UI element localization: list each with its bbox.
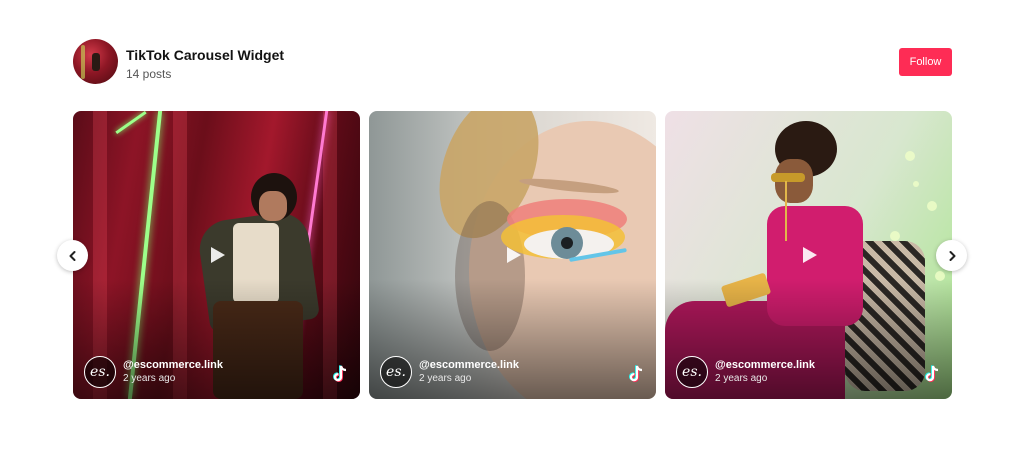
play-icon[interactable] [507,247,521,263]
author-avatar: es. [84,356,116,388]
avatar[interactable] [73,39,118,84]
carousel-next-button[interactable] [936,240,967,271]
author-name: @escommerce.link [715,359,815,371]
author-name: @escommerce.link [419,359,519,371]
chevron-left-icon [69,250,75,261]
post-card[interactable]: es. @escommerce.link 2 years ago [73,111,360,399]
post-author[interactable]: es. @escommerce.link 2 years ago [84,356,223,388]
chevron-right-icon [949,250,955,261]
post-count: 14 posts [126,67,172,81]
tiktok-carousel-widget: TikTok Carousel Widget 14 posts Follow e… [0,0,1024,474]
tiktok-icon[interactable] [924,365,940,383]
post-time: 2 years ago [715,373,768,384]
tiktok-icon[interactable] [332,365,348,383]
play-icon[interactable] [803,247,817,263]
post-time: 2 years ago [123,373,176,384]
tiktok-icon[interactable] [628,365,644,383]
follow-button[interactable]: Follow [899,48,952,76]
widget-title: TikTok Carousel Widget [126,47,285,63]
post-card[interactable]: es. @escommerce.link 2 years ago [665,111,952,399]
play-icon[interactable] [211,247,225,263]
author-name: @escommerce.link [123,359,223,371]
post-author[interactable]: es. @escommerce.link 2 years ago [380,356,519,388]
post-time: 2 years ago [419,373,472,384]
carousel-prev-button[interactable] [57,240,88,271]
author-avatar: es. [676,356,708,388]
carousel-track: es. @escommerce.link 2 years ago es. @es… [73,111,952,399]
widget-header: TikTok Carousel Widget 14 posts Follow [73,39,952,85]
post-card[interactable]: es. @escommerce.link 2 years ago [369,111,656,399]
post-author[interactable]: es. @escommerce.link 2 years ago [676,356,815,388]
author-avatar: es. [380,356,412,388]
